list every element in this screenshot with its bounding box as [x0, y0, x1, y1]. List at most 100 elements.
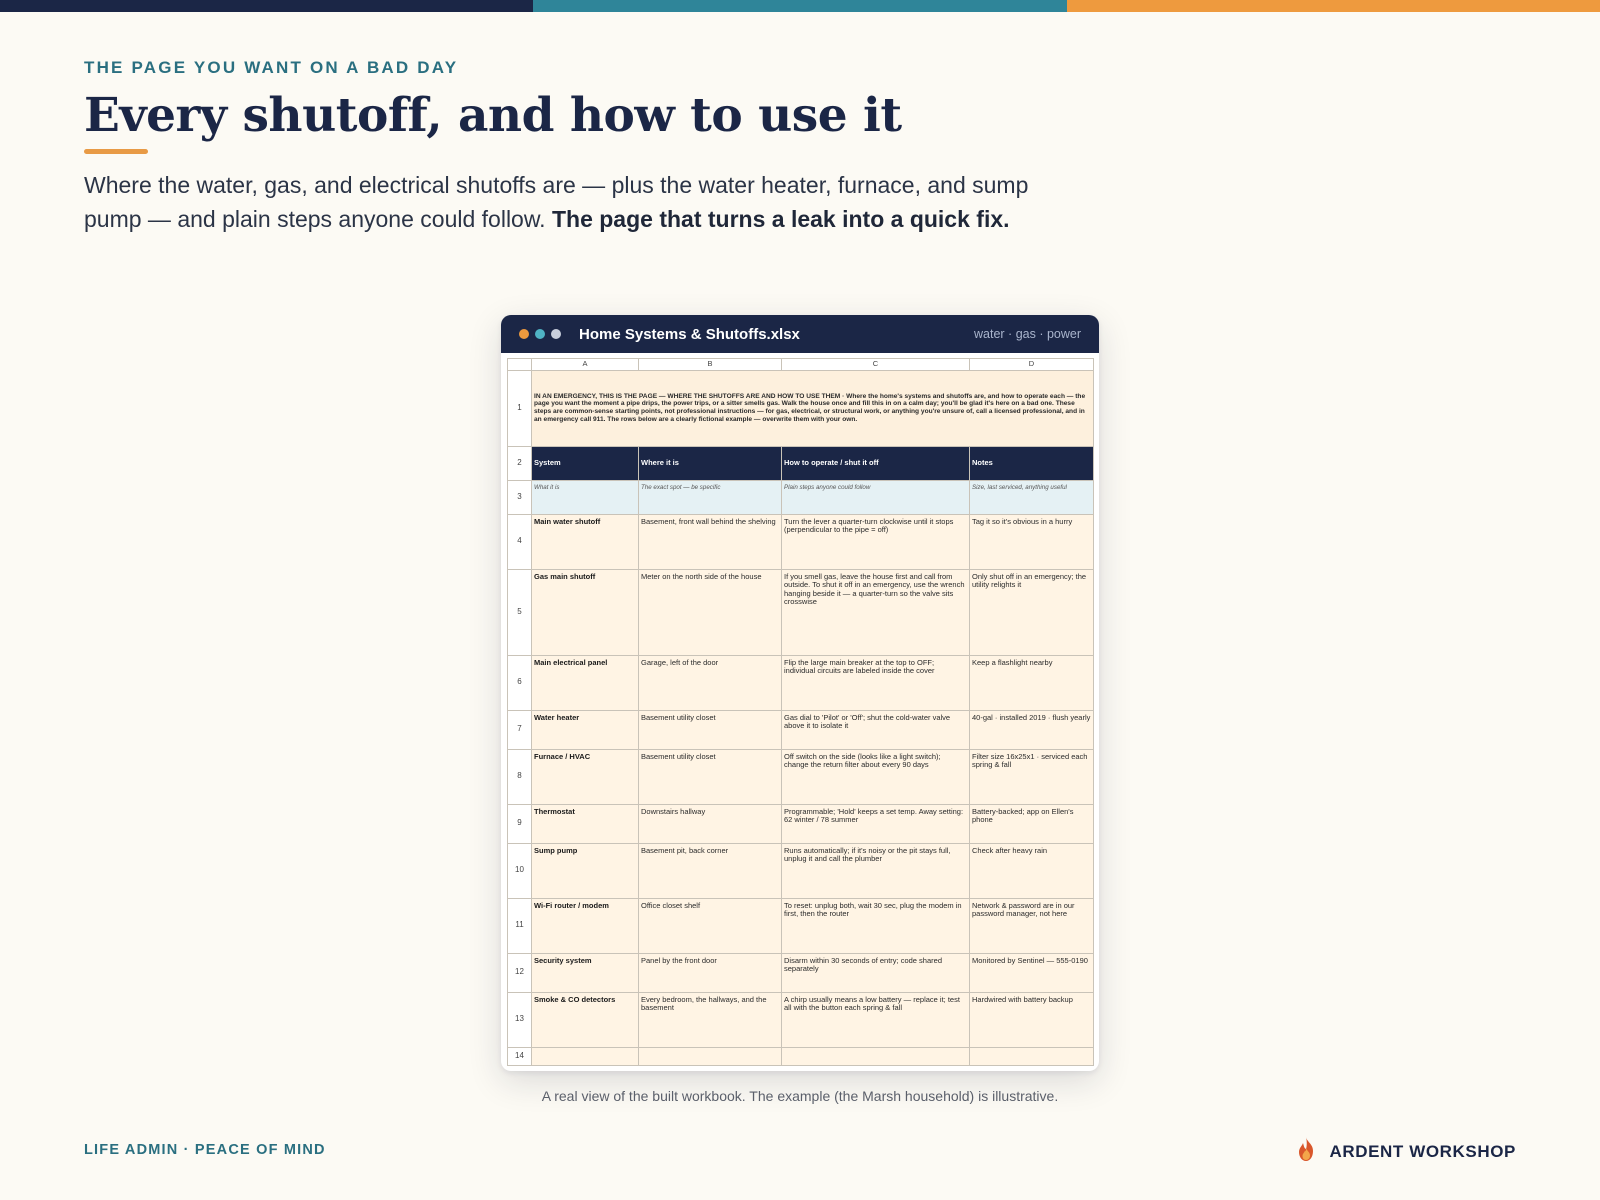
row-number[interactable]: 4 — [507, 513, 532, 570]
location-cell[interactable]: Office closet shelf — [638, 897, 782, 954]
title-underline — [84, 149, 148, 154]
row-number[interactable]: 1 — [507, 369, 532, 447]
system-cell[interactable]: Thermostat — [531, 803, 639, 844]
table-row: 13 Smoke & CO detectors Every bedroom, t… — [507, 991, 1094, 1048]
notes-cell[interactable]: Hardwired with battery backup — [969, 991, 1094, 1048]
location-cell[interactable]: Basement pit, back corner — [638, 842, 782, 899]
row-number[interactable]: 7 — [507, 709, 532, 750]
corner-cell[interactable] — [507, 358, 532, 371]
header-cell-system[interactable]: System — [531, 445, 639, 481]
operate-cell[interactable]: Programmable; 'Hold' keeps a set temp. A… — [781, 803, 970, 844]
row-number[interactable]: 13 — [507, 991, 532, 1048]
operate-cell[interactable]: Turn the lever a quarter-turn clockwise … — [781, 513, 970, 570]
window-dot-orange — [519, 329, 529, 339]
location-cell[interactable]: Downstairs hallway — [638, 803, 782, 844]
table-row: 9 Thermostat Downstairs hallway Programm… — [507, 803, 1094, 844]
location-cell[interactable]: Meter on the north side of the house — [638, 568, 782, 656]
hint-cell[interactable]: Size, last serviced, anything useful — [969, 479, 1094, 515]
window-dot-gray — [551, 329, 561, 339]
top-bar-orange-segment — [1066, 0, 1600, 12]
header-cell-notes[interactable]: Notes — [969, 445, 1094, 481]
hint-cell[interactable]: The exact spot — be specific — [638, 479, 782, 515]
table-row: 11 Wi-Fi router / modem Office closet sh… — [507, 897, 1094, 954]
window-title: Home Systems & Shutoffs.xlsx — [579, 325, 800, 343]
location-cell[interactable]: Every bedroom, the hallways, and the bas… — [638, 991, 782, 1048]
hint-cell[interactable]: What it is — [531, 479, 639, 515]
system-cell[interactable]: Wi-Fi router / modem — [531, 897, 639, 954]
top-bar-navy-segment — [0, 0, 534, 12]
row-number[interactable]: 8 — [507, 748, 532, 805]
operate-cell[interactable]: Gas dial to 'Pilot' or 'Off'; shut the c… — [781, 709, 970, 750]
row-number[interactable]: 12 — [507, 952, 532, 993]
system-cell[interactable]: Gas main shutoff — [531, 568, 639, 656]
empty-cell[interactable] — [781, 1046, 970, 1066]
hint-cell[interactable]: Plain steps anyone could follow — [781, 479, 970, 515]
notes-cell[interactable]: Keep a flashlight nearby — [969, 654, 1094, 711]
footer-tagline: LIFE ADMIN · PEACE OF MIND — [84, 1142, 326, 1158]
system-cell[interactable]: Main water shutoff — [531, 513, 639, 570]
row-number[interactable]: 10 — [507, 842, 532, 899]
window-tag: water · gas · power — [974, 327, 1081, 341]
empty-row: 14 — [507, 1046, 1094, 1066]
header-row: 2 System Where it is How to operate / sh… — [507, 445, 1094, 481]
notes-cell[interactable]: Filter size 16x25x1 · serviced each spri… — [969, 748, 1094, 805]
row-number[interactable]: 5 — [507, 568, 532, 656]
location-cell[interactable]: Basement utility closet — [638, 748, 782, 805]
column-header-c[interactable]: C — [781, 358, 970, 371]
row-number[interactable]: 9 — [507, 803, 532, 844]
operate-cell[interactable]: If you smell gas, leave the house first … — [781, 568, 970, 656]
column-header-b[interactable]: B — [638, 358, 782, 371]
location-cell[interactable]: Basement, front wall behind the shelving — [638, 513, 782, 570]
table-row: 10 Sump pump Basement pit, back corner R… — [507, 842, 1094, 899]
lede-paragraph: Where the water, gas, and electrical shu… — [84, 168, 1044, 236]
system-cell[interactable]: Smoke & CO detectors — [531, 991, 639, 1048]
intro-note-cell[interactable]: IN AN EMERGENCY, THIS IS THE PAGE — WHER… — [531, 369, 1094, 447]
intro-row: 1 IN AN EMERGENCY, THIS IS THE PAGE — WH… — [507, 369, 1094, 447]
system-cell[interactable]: Water heater — [531, 709, 639, 750]
empty-cell[interactable] — [638, 1046, 782, 1066]
notes-cell[interactable]: Monitored by Sentinel — 555-0190 — [969, 952, 1094, 993]
location-cell[interactable]: Basement utility closet — [638, 709, 782, 750]
operate-cell[interactable]: Runs automatically; if it's noisy or the… — [781, 842, 970, 899]
notes-cell[interactable]: Battery-backed; app on Ellen's phone — [969, 803, 1094, 844]
table-row: 6 Main electrical panel Garage, left of … — [507, 654, 1094, 711]
row-number[interactable]: 14 — [507, 1046, 532, 1066]
column-header-a[interactable]: A — [531, 358, 639, 371]
notes-cell[interactable]: 40-gal · installed 2019 · flush yearly — [969, 709, 1094, 750]
table-row: 7 Water heater Basement utility closet G… — [507, 709, 1094, 750]
operate-cell[interactable]: Flip the large main breaker at the top t… — [781, 654, 970, 711]
table-row: 5 Gas main shutoff Meter on the north si… — [507, 568, 1094, 656]
workbook-window: Home Systems & Shutoffs.xlsx water · gas… — [501, 315, 1099, 1071]
page-title: Every shutoff, and how to use it — [84, 88, 902, 143]
brand-name: ARDENT WORKSHOP — [1329, 1141, 1516, 1161]
notes-cell[interactable]: Network & password are in our password m… — [969, 897, 1094, 954]
operate-cell[interactable]: To reset: unplug both, wait 30 sec, plug… — [781, 897, 970, 954]
system-cell[interactable]: Sump pump — [531, 842, 639, 899]
location-cell[interactable]: Panel by the front door — [638, 952, 782, 993]
top-color-bar — [0, 0, 1600, 12]
flame-icon — [1295, 1136, 1317, 1167]
notes-cell[interactable]: Tag it so it's obvious in a hurry — [969, 513, 1094, 570]
top-bar-teal-segment — [533, 0, 1067, 12]
operate-cell[interactable]: A chirp usually means a low battery — re… — [781, 991, 970, 1048]
system-cell[interactable]: Main electrical panel — [531, 654, 639, 711]
notes-cell[interactable]: Only shut off in an emergency; the utili… — [969, 568, 1094, 656]
table-row: 8 Furnace / HVAC Basement utility closet… — [507, 748, 1094, 805]
header-cell-location[interactable]: Where it is — [638, 445, 782, 481]
table-row: 4 Main water shutoff Basement, front wal… — [507, 513, 1094, 570]
notes-cell[interactable]: Check after heavy rain — [969, 842, 1094, 899]
operate-cell[interactable]: Disarm within 30 seconds of entry; code … — [781, 952, 970, 993]
hint-row: 3 What it is The exact spot — be specifi… — [507, 479, 1094, 515]
empty-cell[interactable] — [531, 1046, 639, 1066]
operate-cell[interactable]: Off switch on the side (looks like a lig… — [781, 748, 970, 805]
empty-cell[interactable] — [969, 1046, 1094, 1066]
row-number[interactable]: 2 — [507, 445, 532, 481]
system-cell[interactable]: Security system — [531, 952, 639, 993]
row-number[interactable]: 11 — [507, 897, 532, 954]
header-cell-operate[interactable]: How to operate / shut it off — [781, 445, 970, 481]
location-cell[interactable]: Garage, left of the door — [638, 654, 782, 711]
system-cell[interactable]: Furnace / HVAC — [531, 748, 639, 805]
column-header-d[interactable]: D — [969, 358, 1094, 371]
row-number[interactable]: 3 — [507, 479, 532, 515]
row-number[interactable]: 6 — [507, 654, 532, 711]
